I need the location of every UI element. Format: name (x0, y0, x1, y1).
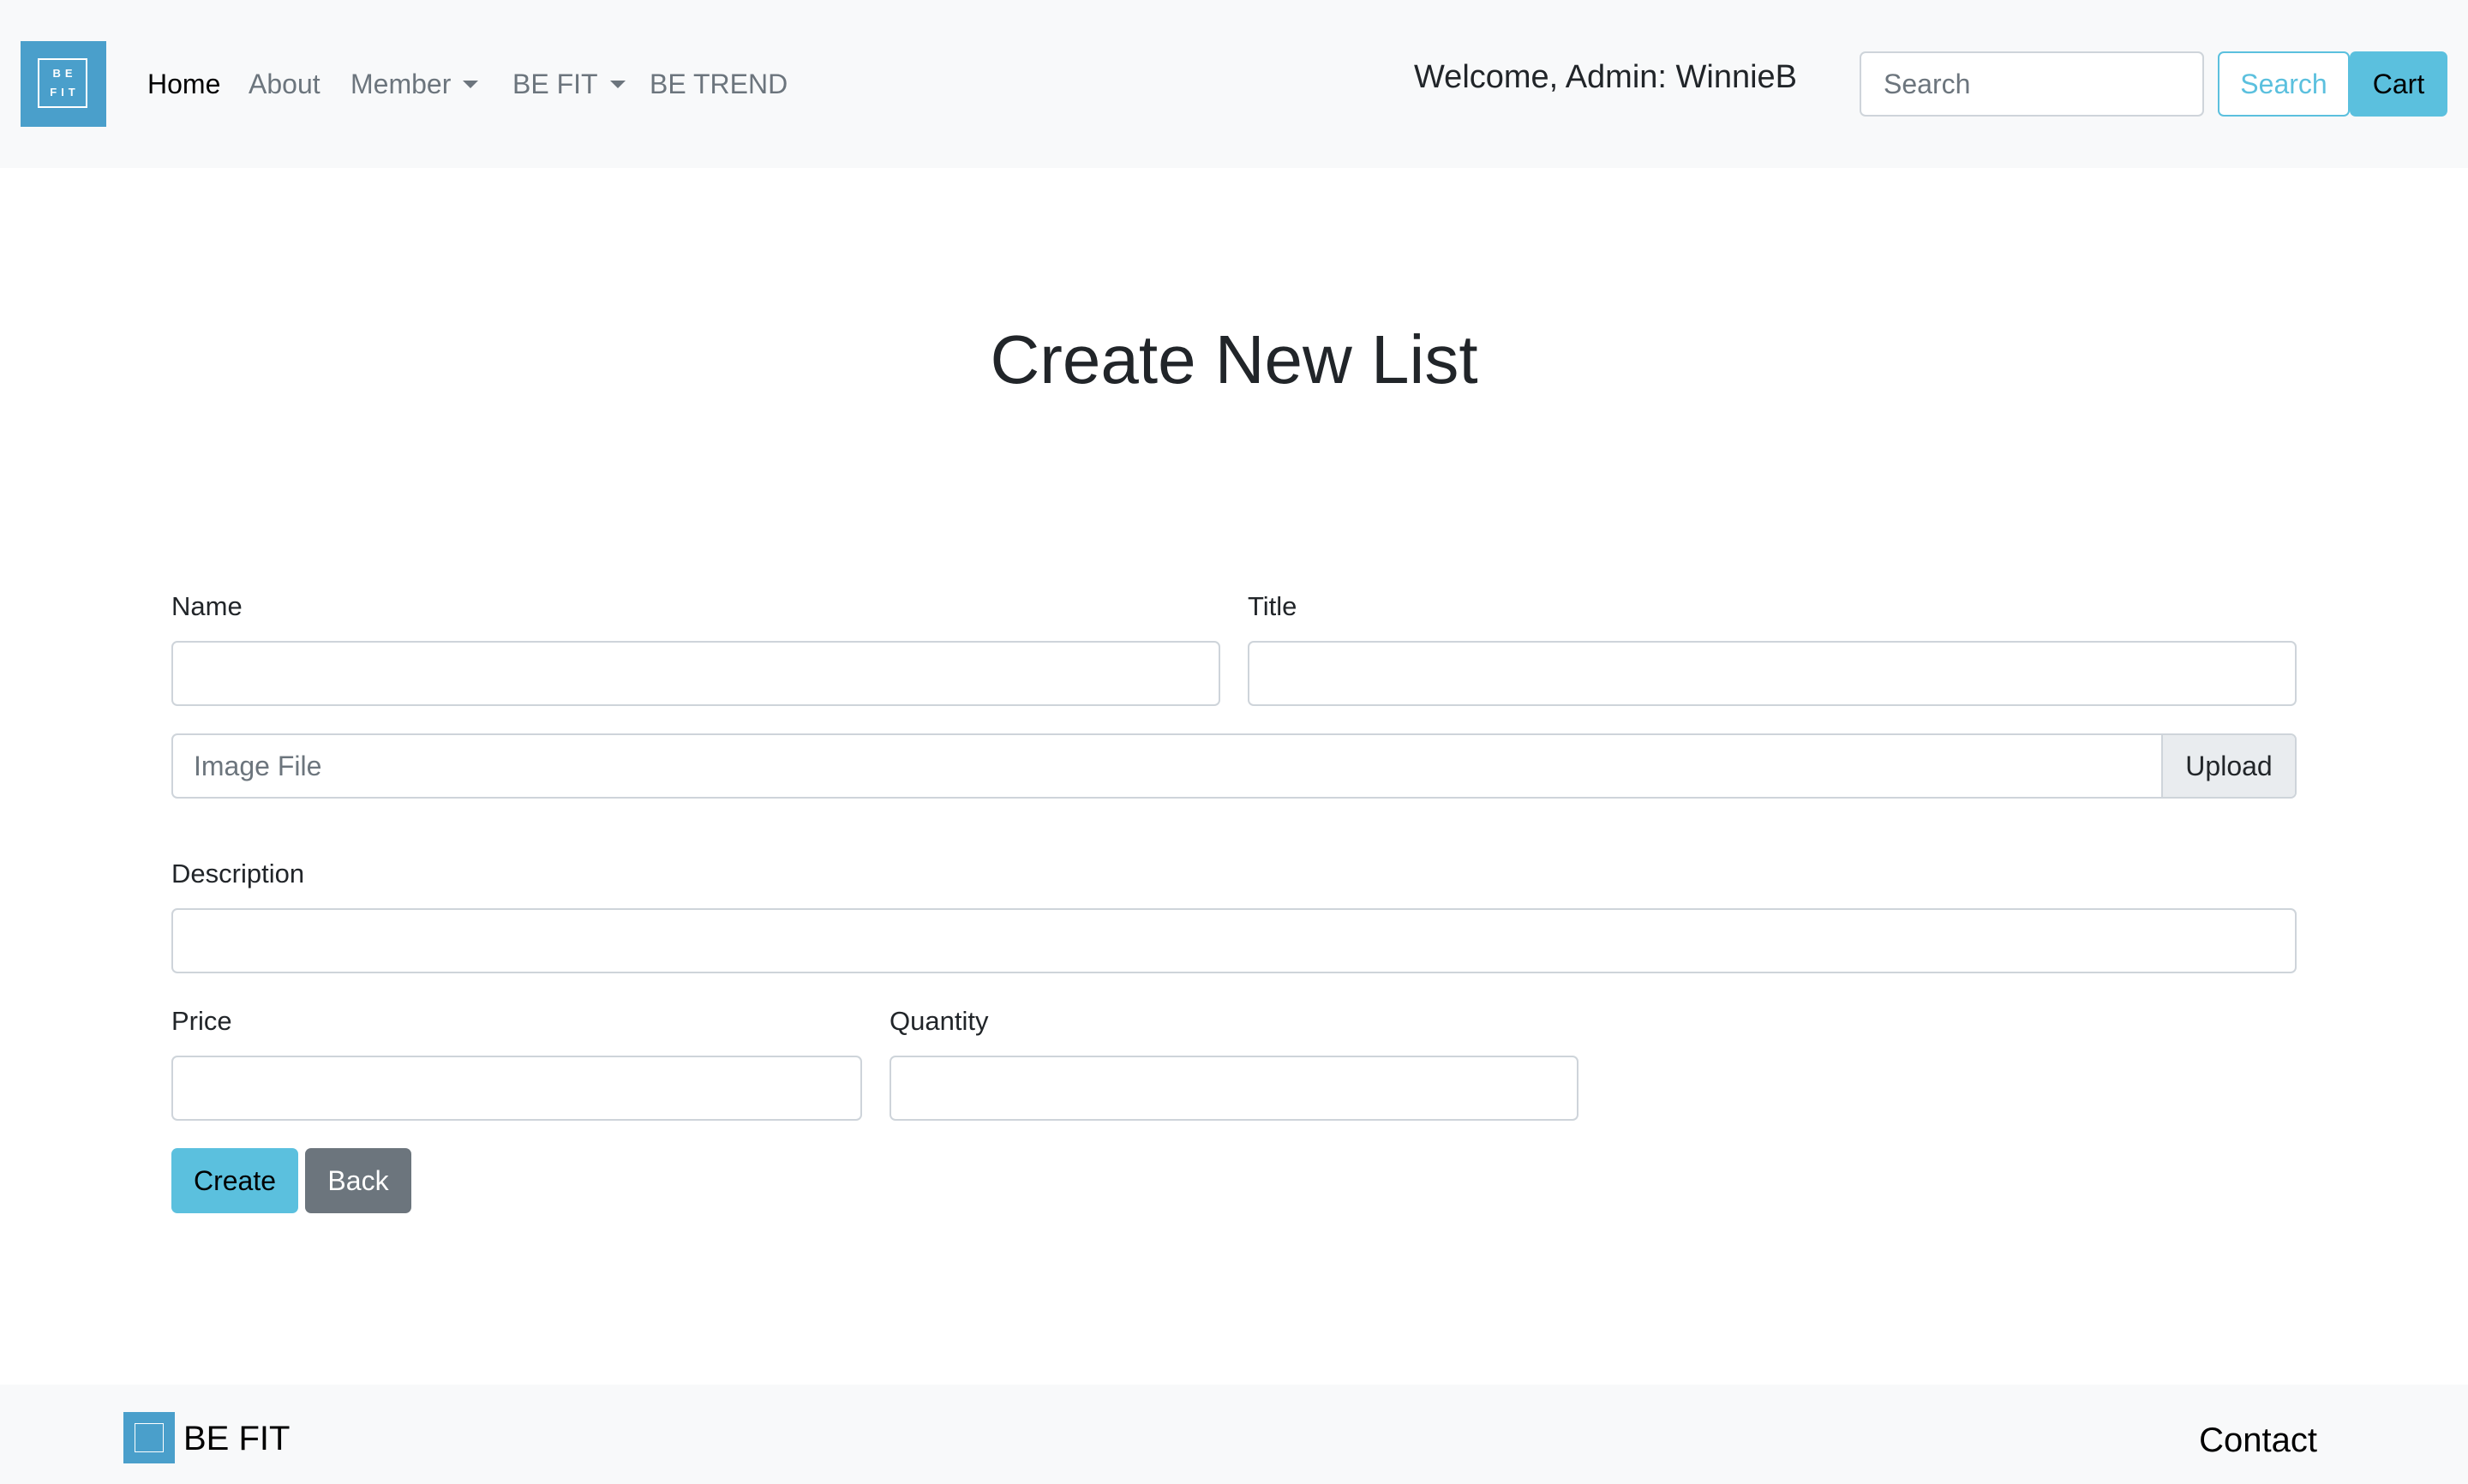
brand-logo-mark: BE FIT (38, 58, 87, 108)
price-field[interactable] (171, 1056, 862, 1121)
search-input[interactable] (1860, 51, 2204, 117)
top-navbar: BE FIT Home About Member BE FIT BE TREND… (0, 0, 2468, 168)
caret-down-icon (609, 81, 626, 88)
brand-logo-icon[interactable]: BE FIT (21, 41, 106, 127)
footer-logo-mark (135, 1423, 164, 1452)
cart-button[interactable]: Cart (2350, 51, 2447, 117)
nav-member-label: Member (350, 69, 452, 99)
welcome-message: Welcome, Admin: WinnieB (1414, 59, 1798, 95)
nav-member-dropdown[interactable]: Member (350, 67, 479, 101)
search-button[interactable]: Search (2218, 51, 2350, 117)
name-field[interactable] (171, 641, 1220, 706)
nav-about-link[interactable]: About (249, 67, 320, 101)
title-field[interactable] (1248, 641, 2297, 706)
description-label: Description (171, 859, 305, 889)
image-file-placeholder: Image File (194, 751, 322, 781)
nav-befit-dropdown[interactable]: BE FIT (512, 67, 626, 101)
logo-text-line2: FIT (50, 86, 80, 99)
nav-about-label: About (249, 69, 320, 99)
page-footer: BE FIT Contact (0, 1385, 2468, 1484)
back-button[interactable]: Back (305, 1148, 411, 1213)
page-title: Create New List (990, 321, 1478, 398)
nav-befit-label: BE FIT (512, 69, 598, 99)
image-file-input[interactable]: Image File Upload (171, 733, 2297, 799)
nav-betrend-label: BE TREND (650, 69, 788, 99)
footer-contact-link[interactable]: Contact (2199, 1421, 2317, 1460)
footer-brand-name: BE FIT (183, 1420, 291, 1457)
title-label: Title (1248, 591, 1297, 621)
description-field[interactable] (171, 908, 2297, 973)
nav-betrend-link[interactable]: BE TREND (650, 67, 788, 101)
create-button[interactable]: Create (171, 1148, 298, 1213)
logo-text-line1: BE (52, 67, 77, 80)
upload-button[interactable]: Upload (2161, 735, 2295, 797)
footer-logo-icon[interactable] (123, 1412, 175, 1463)
quantity-field[interactable] (890, 1056, 1578, 1121)
nav-home-link[interactable]: Home (147, 67, 220, 101)
price-label: Price (171, 1006, 232, 1036)
quantity-label: Quantity (890, 1006, 989, 1036)
caret-down-icon (463, 81, 479, 88)
nav-home-label: Home (147, 69, 221, 99)
name-label: Name (171, 591, 243, 621)
